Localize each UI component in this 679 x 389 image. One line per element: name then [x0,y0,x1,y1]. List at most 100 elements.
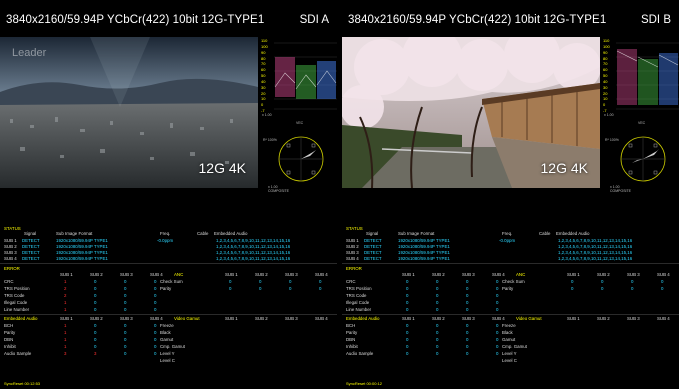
status-header: Sub Image Format [398,231,435,236]
audio-value: 1 [64,323,67,328]
audio-value: 0 [406,344,409,349]
error-value: 0 [436,293,439,298]
anc-title: ANC [516,272,526,277]
error-value: 0 [124,307,127,312]
audio-value: 0 [436,337,439,342]
picture-label: 12G 4K [198,160,246,176]
status-signal: DETECT [22,256,40,261]
status-title: STATUS [4,226,21,231]
gamut-row-label: Gamut [502,337,516,342]
status-header: Freq. [502,231,513,236]
format-label: 3840x2160/59.94P YCbCr(422) 10bit 12G-TY… [6,14,265,26]
error-value: 2 [64,286,67,291]
audio-sub-header: SUB 1 [402,316,415,321]
status-header: Embedded Audio [556,231,590,236]
vectorscope-display[interactable]: VEC R* 100% x 1.00 COMPOSITE [260,119,337,195]
status-audio-channels: 1,2,3,4,5,6,7,8,9,10,11,12,13,14,15,16 [558,238,633,243]
audio-value: 0 [466,323,469,328]
error-value: 0 [124,300,127,305]
audio-row-label: DBN [4,337,14,342]
audio-value: 3 [94,351,97,356]
anc-value: 0 [571,279,574,284]
error-value: 2 [64,293,67,298]
picture-display[interactable]: 12G 4K [342,37,600,188]
status-format: 1920x1080/59.94P TYPE1 [56,250,108,255]
error-value: 0 [94,307,97,312]
error-value: 0 [466,293,469,298]
audio-value: 0 [406,330,409,335]
error-value: 0 [466,279,469,284]
audio-sub-header: SUB 4 [150,316,163,321]
error-value: 0 [154,307,157,312]
error-value: 1 [64,279,67,284]
error-value: 0 [94,286,97,291]
status-sub-label: SUB 3 [4,250,17,255]
picture-display[interactable]: Leader 12G 4K [0,37,258,188]
audio-value: 3 [64,351,67,356]
status-sub-label: SUB 1 [346,238,359,243]
anc-value: 0 [319,279,322,284]
audio-value: 1 [64,344,67,349]
anc-value: 0 [259,286,262,291]
status-signal: DETECT [22,244,40,249]
audio-value: 0 [406,351,409,356]
audio-value: 1 [64,330,67,335]
audio-value: 0 [154,337,157,342]
error-value: 0 [466,300,469,305]
audio-value: 0 [94,330,97,335]
status-sub-label: SUB 3 [346,250,359,255]
audio-value: 0 [436,330,439,335]
status-sub-label: SUB 2 [4,244,17,249]
anc-sub-header: SUB 2 [597,272,610,277]
error-value: 0 [94,279,97,284]
sdi-label: SDI B [640,14,671,26]
vector-mode: COMPOSITE [268,189,290,193]
audio-value: 0 [496,337,499,342]
error-title: ERROR [4,266,20,271]
status-header: Freq. [160,231,171,236]
error-row-label: TRS Position [4,286,30,291]
audio-row-label: BCH [346,323,356,328]
waveform-display[interactable]: 110 100 90 80 70 60 50 40 30 20 10 0 -7 x 1.00 [260,37,337,119]
audio-value: 0 [124,337,127,342]
error-sub-header: SUB 2 [90,272,103,277]
error-value: 1 [64,307,67,312]
gamut-sub-header: SUB 2 [597,316,610,321]
error-value: 0 [154,293,157,298]
status-table: STATUS Signal Sub Image Format Freq. Cable Em… [342,225,679,389]
gamut-row-label: Level Y [160,351,175,356]
status-sub-label: SUB 4 [4,256,17,261]
gamut-sub-header: SUB 2 [255,316,268,321]
error-value: 1 [64,300,67,305]
error-sub-header: SUB 1 [60,272,73,277]
anc-sub-header: SUB 3 [627,272,640,277]
anc-sub-header: SUB 4 [315,272,328,277]
status-audio-channels: 1,2,3,4,5,6,7,8,9,10,11,12,13,14,15,16 [216,256,291,261]
audio-value: 0 [154,330,157,335]
error-value: 0 [406,300,409,305]
gamut-row-label: Level C [502,358,517,363]
waveform-trace [616,42,679,110]
error-row-label: Illegal Code [346,300,370,305]
audio-row-label: Inhibit [346,344,358,349]
error-row-label: TRS Position [346,286,372,291]
status-audio-channels: 1,2,3,4,5,6,7,8,9,10,11,12,13,14,15,16 [216,238,291,243]
audio-sub-header: SUB 4 [492,316,505,321]
picture-label: 12G 4K [540,160,588,176]
vectorscope-display[interactable]: VEC R* 100% x 1.00 COMPOSITE [602,119,679,195]
vector-mode: COMPOSITE [610,189,632,193]
anc-sub-header: SUB 4 [657,272,670,277]
status-sub-label: SUB 2 [346,244,359,249]
status-signal: DETECT [364,244,382,249]
waveform-display[interactable]: 110 100 90 80 70 60 50 40 30 20 10 0 -7 x 1.00 [602,37,679,119]
sdi-label: SDI A [299,14,329,26]
audio-value: 0 [94,323,97,328]
status-sub-label: SUB 1 [4,238,17,243]
status-table: STATUS Signal Sub Image Format Freq. Cable Em… [0,225,337,389]
error-sub-header: SUB 3 [120,272,133,277]
error-value: 0 [466,286,469,291]
anc-value: 0 [259,279,262,284]
audio-value: 0 [154,351,157,356]
anc-row-label: Check Sum [502,279,525,284]
waveform-unit: x 1.00 [262,113,272,117]
